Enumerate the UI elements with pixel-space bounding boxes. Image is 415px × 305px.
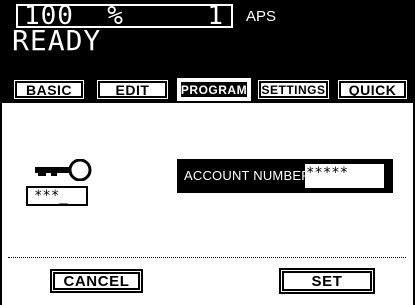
paper-size: APS xyxy=(246,8,277,25)
account-number-field[interactable]: ACCOUNT NUMBER ***** xyxy=(177,159,393,193)
tab-settings[interactable]: SETTINGS xyxy=(256,78,331,101)
tab-program[interactable]: PROGRAM xyxy=(177,78,251,101)
key-icon xyxy=(35,159,92,181)
tab-edit[interactable]: EDIT xyxy=(95,78,170,101)
copy-count: 1 xyxy=(207,1,223,31)
pin-display: ***_ xyxy=(26,186,88,206)
set-button[interactable]: SET xyxy=(279,268,375,294)
tab-quick[interactable]: QUICK xyxy=(336,78,409,101)
account-number-label: ACCOUNT NUMBER xyxy=(184,168,311,183)
status-panel: 100 % 1 APS READY BASIC EDIT PROGRAM SET… xyxy=(0,0,415,103)
account-number-input[interactable]: ***** xyxy=(305,164,384,188)
divider xyxy=(8,257,406,258)
cancel-button[interactable]: CANCEL xyxy=(50,269,143,293)
tab-basic[interactable]: BASIC xyxy=(12,78,86,101)
status-message: READY xyxy=(12,24,102,57)
frame-left xyxy=(0,103,2,305)
